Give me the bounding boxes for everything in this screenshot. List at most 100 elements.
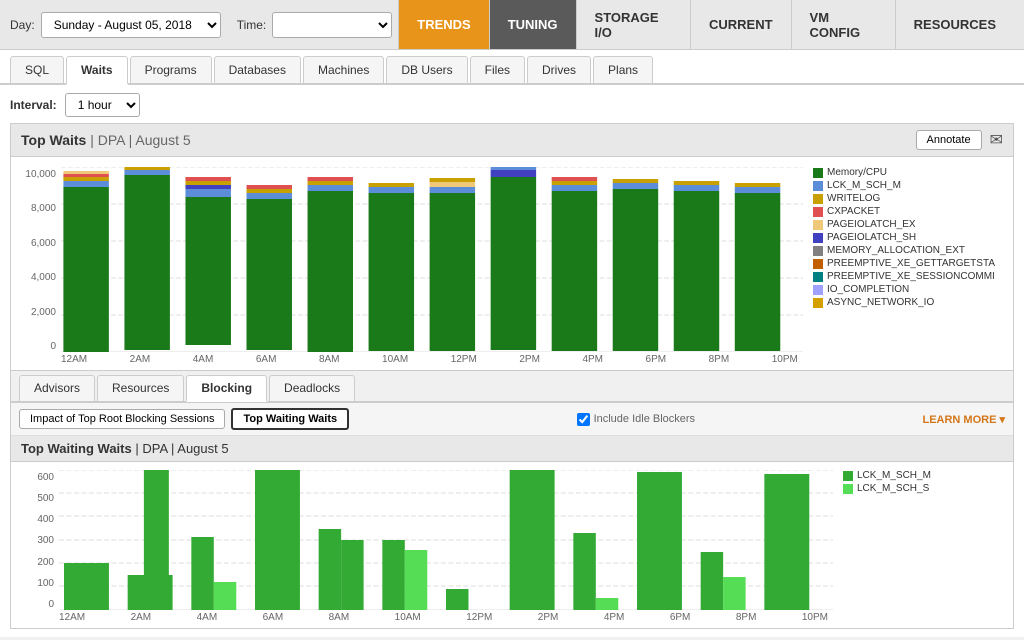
x-12am: 12AM	[61, 354, 87, 365]
sub-chart-svg	[59, 470, 833, 610]
tab-db-users[interactable]: DB Users	[386, 56, 467, 83]
top-chart-title: Top Waits | DPA | August 5	[21, 132, 191, 148]
legend-color-pageiolatch-ex	[813, 220, 823, 230]
top-chart-legend: Memory/CPU LCK_M_SCH_M WRITELOG CXPACKET…	[803, 167, 1003, 352]
tab-blocking[interactable]: Blocking	[186, 375, 267, 402]
nav-tab-current[interactable]: CURRENT	[690, 0, 791, 49]
sub-x-8pm: 8PM	[736, 612, 757, 623]
top-waiting-button[interactable]: Top Waiting Waits	[231, 408, 349, 430]
legend-item-preemptive-xe-sess: PREEMPTIVE_XE_SESSIONCOMMI	[813, 271, 1003, 282]
tab-drives[interactable]: Drives	[527, 56, 591, 83]
y-label-2000: 2,000	[31, 307, 56, 318]
idle-blockers-label: Include Idle Blockers	[594, 413, 696, 425]
annotate-button[interactable]: Annotate	[916, 130, 982, 150]
tab-plans[interactable]: Plans	[593, 56, 653, 83]
sub-chart-title: Top Waiting Waits	[21, 441, 132, 456]
sub-legend-lck-m-sch-m: LCK_M_SCH_M	[843, 470, 1003, 481]
bottom-tabs: Advisors Resources Blocking Deadlocks	[10, 371, 1014, 402]
legend-label-cxpacket: CXPACKET	[827, 206, 880, 217]
x-12pm: 12PM	[451, 354, 477, 365]
sub-chart-section: Impact of Top Root Blocking Sessions Top…	[10, 402, 1014, 629]
x-6pm: 6PM	[646, 354, 667, 365]
legend-color-cxpacket	[813, 207, 823, 217]
legend-color-memory	[813, 168, 823, 178]
top-chart-title-text: Top Waits	[21, 132, 86, 148]
sub-x-4pm: 4PM	[604, 612, 625, 623]
nav-tabs: TRENDS TUNING STORAGE I/O CURRENT VM CON…	[398, 0, 1014, 49]
x-2pm: 2PM	[519, 354, 540, 365]
impact-button[interactable]: Impact of Top Root Blocking Sessions	[19, 409, 225, 429]
top-chart-svg	[61, 167, 803, 352]
time-label: Time:	[237, 18, 267, 32]
legend-label-memory: Memory/CPU	[827, 167, 887, 178]
legend-label-io-completion: IO_COMPLETION	[827, 284, 909, 295]
nav-tab-resources[interactable]: RESOURCES	[895, 0, 1014, 49]
x-4am: 4AM	[193, 354, 214, 365]
sub-legend-color-lck-m-sch-s	[843, 484, 853, 494]
tab-deadlocks[interactable]: Deadlocks	[269, 375, 355, 401]
y-label-10000: 10,000	[25, 169, 56, 180]
top-chart-x-axis: 12AM 2AM 4AM 6AM 8AM 10AM 12PM 2PM 4PM 6…	[21, 354, 1003, 365]
nav-tab-vmconfig[interactable]: VM CONFIG	[791, 0, 895, 49]
sub-y-200: 200	[37, 557, 54, 568]
legend-label-memory-alloc: MEMORY_ALLOCATION_EXT	[827, 245, 965, 256]
y-label-6000: 6,000	[31, 238, 56, 249]
tab-resources[interactable]: Resources	[97, 375, 184, 401]
x-10pm: 10PM	[772, 354, 798, 365]
tab-files[interactable]: Files	[470, 56, 525, 83]
top-chart-separator: | DPA |	[90, 132, 135, 148]
sub-tabs: SQL Waits Programs Databases Machines DB…	[0, 50, 1024, 85]
top-chart-plot	[61, 167, 803, 352]
sub-x-6pm: 6PM	[670, 612, 691, 623]
sub-legend-label-lck-m-sch-m: LCK_M_SCH_M	[857, 470, 931, 481]
sub-chart-sep: | DPA | August 5	[135, 441, 228, 456]
legend-item-pageiolatch-sh: PAGEIOLATCH_SH	[813, 232, 1003, 243]
sub-y-0: 0	[48, 599, 54, 610]
y-label-4000: 4,000	[31, 272, 56, 283]
tab-advisors[interactable]: Advisors	[19, 375, 95, 401]
legend-label-writelog: WRITELOG	[827, 193, 880, 204]
tab-machines[interactable]: Machines	[303, 56, 384, 83]
sub-x-12pm: 12PM	[466, 612, 492, 623]
tab-programs[interactable]: Programs	[130, 56, 212, 83]
legend-label-preemptive-xe-sess: PREEMPTIVE_XE_SESSIONCOMMI	[827, 271, 995, 282]
legend-item-io-completion: IO_COMPLETION	[813, 284, 1003, 295]
legend-item-lck-sch-m: LCK_M_SCH_M	[813, 180, 1003, 191]
include-idle-blockers[interactable]: Include Idle Blockers	[577, 413, 696, 426]
sub-y-300: 300	[37, 535, 54, 546]
sub-y-100: 100	[37, 578, 54, 589]
main-content: Interval: 1 hour 30 min 15 min Top Waits…	[0, 85, 1024, 637]
sub-x-8am: 8AM	[329, 612, 350, 623]
sub-y-400: 400	[37, 514, 54, 525]
sub-x-12am: 12AM	[59, 612, 85, 623]
legend-item-pageiolatch-ex: PAGEIOLATCH_EX	[813, 219, 1003, 230]
nav-tab-trends[interactable]: TRENDS	[398, 0, 488, 49]
x-8pm: 8PM	[709, 354, 730, 365]
learn-more-link[interactable]: LEARN MORE ▾	[922, 413, 1005, 426]
tab-databases[interactable]: Databases	[214, 56, 301, 83]
top-chart-area: 10,000 8,000 6,000 4,000 2,000 0	[21, 167, 1003, 352]
sub-chart-container: 600 500 400 300 200 100 0	[11, 462, 1013, 628]
tab-waits[interactable]: Waits	[66, 56, 128, 85]
interval-select[interactable]: 1 hour 30 min 15 min	[65, 93, 140, 117]
idle-blockers-checkbox[interactable]	[577, 413, 590, 426]
tab-sql[interactable]: SQL	[10, 56, 64, 83]
nav-tab-tuning[interactable]: TUNING	[489, 0, 576, 49]
day-select[interactable]: Sunday - August 05, 2018	[41, 12, 221, 38]
sub-x-2am: 2AM	[131, 612, 152, 623]
sub-chart-toolbar: Impact of Top Root Blocking Sessions Top…	[11, 403, 1013, 436]
legend-item-memory-alloc: MEMORY_ALLOCATION_EXT	[813, 245, 1003, 256]
email-icon[interactable]: ✉	[990, 130, 1003, 150]
sub-legend-color-lck-m-sch-m	[843, 471, 853, 481]
legend-color-lck-sch-m	[813, 181, 823, 191]
nav-tab-storage[interactable]: STORAGE I/O	[576, 0, 690, 49]
legend-label-preemptive-xe-get: PREEMPTIVE_XE_GETTARGETSTA	[827, 258, 995, 269]
legend-label-pageiolatch-sh: PAGEIOLATCH_SH	[827, 232, 916, 243]
legend-item-async-network: ASYNC_NETWORK_IO	[813, 297, 1003, 308]
top-chart-container: 10,000 8,000 6,000 4,000 2,000 0	[10, 156, 1014, 371]
legend-item-preemptive-xe-get: PREEMPTIVE_XE_GETTARGETSTA	[813, 258, 1003, 269]
legend-label-async-network: ASYNC_NETWORK_IO	[827, 297, 934, 308]
time-select[interactable]	[272, 12, 392, 38]
legend-color-async-network	[813, 298, 823, 308]
sub-chart-area: 600 500 400 300 200 100 0	[21, 470, 1003, 610]
